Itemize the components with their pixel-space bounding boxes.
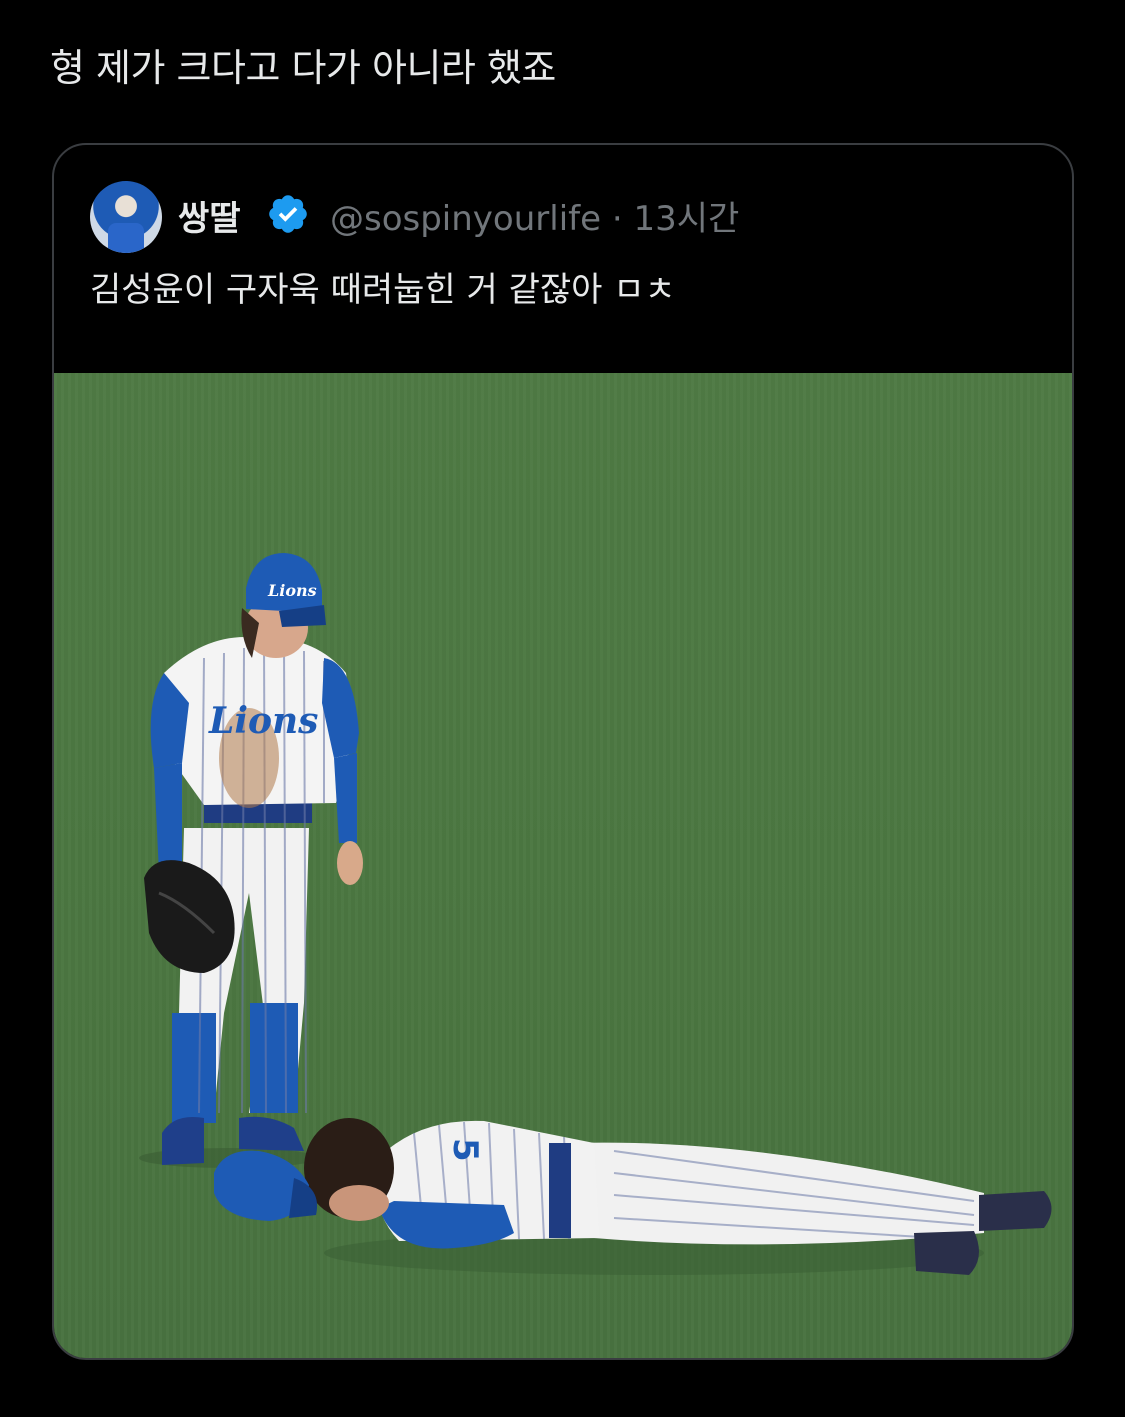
lying-player: 5: [214, 1118, 1052, 1275]
svg-text:5: 5: [445, 1138, 485, 1162]
handle-time: @sospinyourlife · 13시간: [330, 191, 739, 240]
quoted-post-text: 김성윤이 구자욱 때려눕힌 거 같잖아 ㅁㅊ: [90, 270, 676, 310]
standing-player: Lions Lions: [139, 553, 363, 1168]
post-text: 형 제가 크다고 다가 아니라 했죠: [50, 46, 556, 90]
jersey-logo-text: Lions: [208, 700, 318, 742]
timestamp[interactable]: 13시간: [633, 199, 739, 239]
separator: ·: [611, 199, 623, 239]
handle[interactable]: @sospinyourlife: [330, 199, 601, 239]
avatar[interactable]: [90, 181, 162, 253]
cap-logo-text: Lions: [267, 581, 317, 600]
baseball-field-scene: Lions Lions 5: [139, 553, 1052, 1275]
display-name[interactable]: 쌍딸: [178, 191, 241, 240]
post-image[interactable]: Lions Lions 5: [54, 373, 1072, 1358]
verified-badge-icon: [269, 195, 307, 233]
quoted-post-card[interactable]: 쌍딸 @sospinyourlife · 13시간 김성윤이 구자욱 때려눕힌 …: [52, 143, 1074, 1360]
quoted-post-header: 쌍딸 @sospinyourlife · 13시간: [90, 179, 1030, 255]
